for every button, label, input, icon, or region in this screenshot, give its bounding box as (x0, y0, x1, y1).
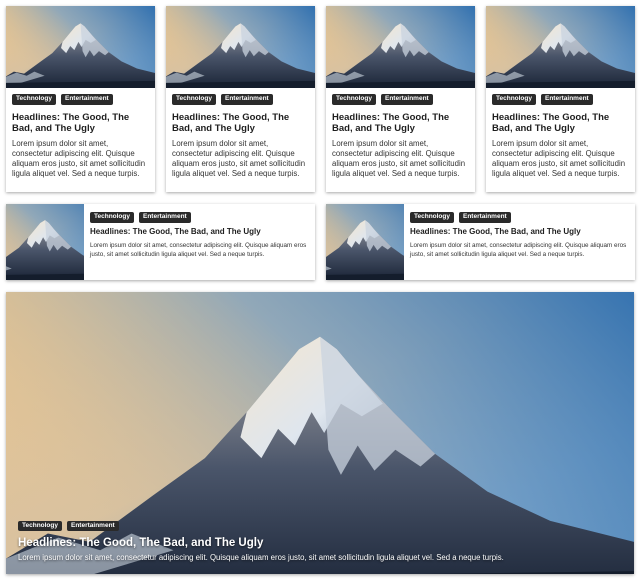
hero-overlay: Technology Entertainment Headlines: The … (6, 520, 634, 575)
article-card-horizontal[interactable]: Technology Entertainment Headlines: The … (6, 204, 315, 280)
article-card-vertical[interactable]: Technology Entertainment Headlines: The … (486, 6, 635, 192)
tag-entertainment[interactable]: Entertainment (381, 94, 433, 105)
article-image (486, 6, 635, 88)
tag-list: Technology Entertainment (172, 94, 309, 105)
hero-title[interactable]: Headlines: The Good, The Bad, and The Ug… (18, 537, 622, 549)
tag-entertainment[interactable]: Entertainment (61, 94, 113, 105)
hero-excerpt: Lorem ipsum dolor sit amet, consectetur … (18, 553, 504, 562)
tag-entertainment[interactable]: Entertainment (541, 94, 593, 105)
tag-list: Technology Entertainment (90, 212, 309, 223)
tag-list: Technology Entertainment (332, 94, 469, 105)
article-image (166, 6, 315, 88)
tag-entertainment[interactable]: Entertainment (221, 94, 273, 105)
article-excerpt: Lorem ipsum dolor sit amet, consectetur … (12, 138, 146, 179)
tag-technology[interactable]: Technology (492, 94, 536, 105)
tag-list: Technology Entertainment (12, 94, 149, 105)
article-title[interactable]: Headlines: The Good, The Bad, and The Ug… (12, 112, 149, 134)
article-card-vertical[interactable]: Technology Entertainment Headlines: The … (6, 6, 155, 192)
tag-list: Technology Entertainment (410, 212, 629, 223)
article-title[interactable]: Headlines: The Good, The Bad, and The Ug… (172, 112, 309, 134)
tag-list: Technology Entertainment (492, 94, 629, 105)
article-card-vertical[interactable]: Technology Entertainment Headlines: The … (326, 6, 475, 192)
article-excerpt: Lorem ipsum dolor sit amet, consectetur … (410, 241, 627, 258)
article-image (6, 6, 155, 88)
article-image (6, 204, 84, 280)
tag-technology[interactable]: Technology (90, 212, 134, 223)
article-card-vertical[interactable]: Technology Entertainment Headlines: The … (166, 6, 315, 192)
tag-entertainment[interactable]: Entertainment (67, 520, 119, 531)
tag-list: Technology Entertainment (18, 520, 622, 531)
tag-technology[interactable]: Technology (332, 94, 376, 105)
article-excerpt: Lorem ipsum dolor sit amet, consectetur … (332, 138, 466, 179)
tag-technology[interactable]: Technology (172, 94, 216, 105)
tag-technology[interactable]: Technology (410, 212, 454, 223)
article-excerpt: Lorem ipsum dolor sit amet, consectetur … (172, 138, 306, 179)
article-excerpt: Lorem ipsum dolor sit amet, consectetur … (90, 241, 307, 258)
tag-entertainment[interactable]: Entertainment (139, 212, 191, 223)
article-title[interactable]: Headlines: The Good, The Bad, and The Ug… (332, 112, 469, 134)
article-excerpt: Lorem ipsum dolor sit amet, consectetur … (492, 138, 626, 179)
article-image (326, 204, 404, 280)
article-title[interactable]: Headlines: The Good, The Bad, and The Ug… (410, 227, 629, 237)
article-title[interactable]: Headlines: The Good, The Bad, and The Ug… (492, 112, 629, 134)
article-card-horizontal[interactable]: Technology Entertainment Headlines: The … (326, 204, 635, 280)
article-image (326, 6, 475, 88)
tag-technology[interactable]: Technology (12, 94, 56, 105)
article-title[interactable]: Headlines: The Good, The Bad, and The Ug… (90, 227, 309, 237)
tag-technology[interactable]: Technology (18, 520, 62, 531)
tag-entertainment[interactable]: Entertainment (459, 212, 511, 223)
article-card-hero[interactable]: Technology Entertainment Headlines: The … (6, 292, 634, 574)
